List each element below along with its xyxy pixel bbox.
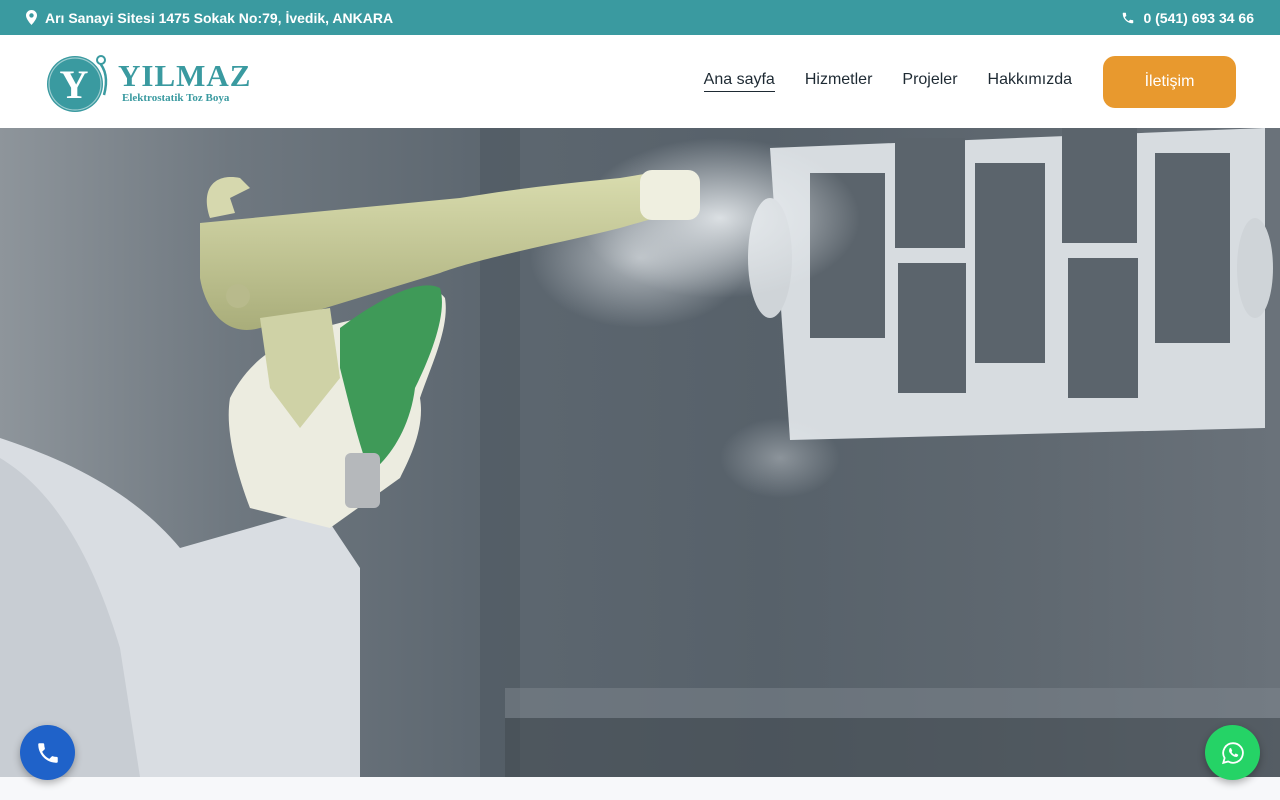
main-nav: Ana sayfa Hizmetler Projeler Hakkımızda … bbox=[674, 55, 1236, 108]
wall-base bbox=[505, 718, 1280, 777]
address-info: Arı Sanayi Sitesi 1475 Sokak No:79, İved… bbox=[26, 10, 393, 26]
logo-tagline: Elektrostatik Toz Boya bbox=[122, 91, 230, 104]
gun-trigger bbox=[345, 453, 380, 508]
phone-icon bbox=[37, 742, 58, 763]
site-header: Y YILMAZ Elektrostatik Toz Boya Ana sayf… bbox=[0, 35, 1280, 128]
phone-info[interactable]: 0 (541) 693 34 66 bbox=[1121, 10, 1254, 26]
top-info-bar: Arı Sanayi Sitesi 1475 Sokak No:79, İved… bbox=[0, 0, 1280, 35]
logo-letter: Y bbox=[60, 62, 89, 107]
phone-text[interactable]: 0 (541) 693 34 66 bbox=[1143, 10, 1254, 26]
logo-name: YILMAZ bbox=[118, 57, 252, 93]
floating-call-button[interactable] bbox=[20, 725, 75, 780]
nav-item-hakkimizda[interactable]: Hakkımızda bbox=[988, 71, 1072, 92]
floating-whatsapp-button[interactable] bbox=[1205, 725, 1260, 780]
nav-item-hizmetler[interactable]: Hizmetler bbox=[805, 71, 873, 92]
hero-illustration bbox=[0, 128, 1280, 777]
map-marker-icon bbox=[26, 10, 37, 25]
nav-item-projeler[interactable]: Projeler bbox=[902, 71, 957, 92]
address-text: Arı Sanayi Sitesi 1475 Sokak No:79, İved… bbox=[45, 9, 394, 26]
whatsapp-icon bbox=[1221, 741, 1244, 764]
site-logo[interactable]: Y YILMAZ Elektrostatik Toz Boya bbox=[44, 51, 251, 113]
wall-rail bbox=[505, 688, 1280, 718]
logo-mark-icon: Y bbox=[47, 54, 108, 112]
hero-image bbox=[0, 128, 1280, 777]
contact-button[interactable]: İletişim bbox=[1103, 55, 1236, 108]
nav-item-ana-sayfa[interactable]: Ana sayfa bbox=[703, 71, 775, 92]
phone-icon bbox=[1121, 11, 1135, 25]
